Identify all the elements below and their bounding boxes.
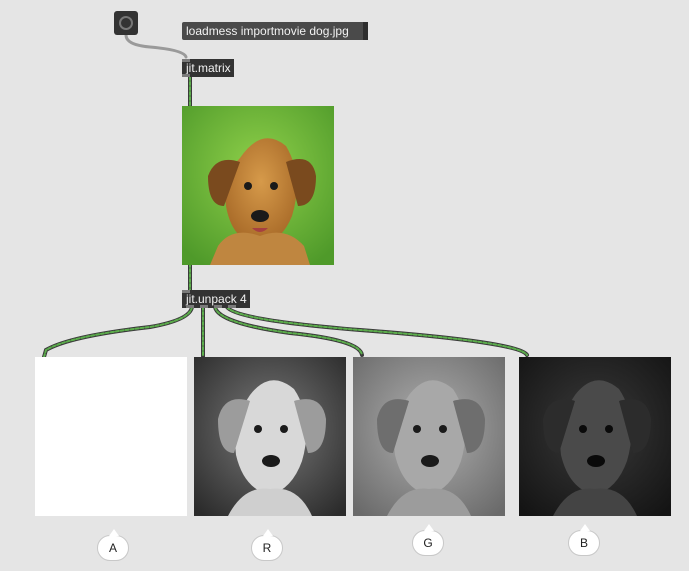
jit-unpack-object[interactable]: jit.unpack 4 xyxy=(182,290,250,308)
jit-matrix-label: jit.matrix xyxy=(186,61,231,75)
color-preview-window xyxy=(182,106,334,265)
plane-label-a: A xyxy=(97,529,129,561)
bang-button[interactable] xyxy=(114,11,138,35)
plane-fill xyxy=(35,357,187,516)
plane-label-g: G xyxy=(412,524,444,556)
plane-window-a xyxy=(35,357,187,516)
plane-label-r: R xyxy=(251,529,283,561)
plane-window-b xyxy=(519,357,671,516)
jit-unpack-label: jit.unpack 4 xyxy=(186,292,247,306)
bang-icon xyxy=(119,16,133,30)
loadmess-message[interactable]: loadmess importmovie dog.jpg xyxy=(182,22,368,40)
plane-window-g xyxy=(353,357,505,516)
plane-window-r xyxy=(194,357,346,516)
jit-matrix-object[interactable]: jit.matrix xyxy=(182,59,234,77)
plane-label-b: B xyxy=(568,524,600,556)
control-patch-cord[interactable] xyxy=(124,33,188,59)
loadmess-label: loadmess importmovie dog.jpg xyxy=(186,24,349,38)
